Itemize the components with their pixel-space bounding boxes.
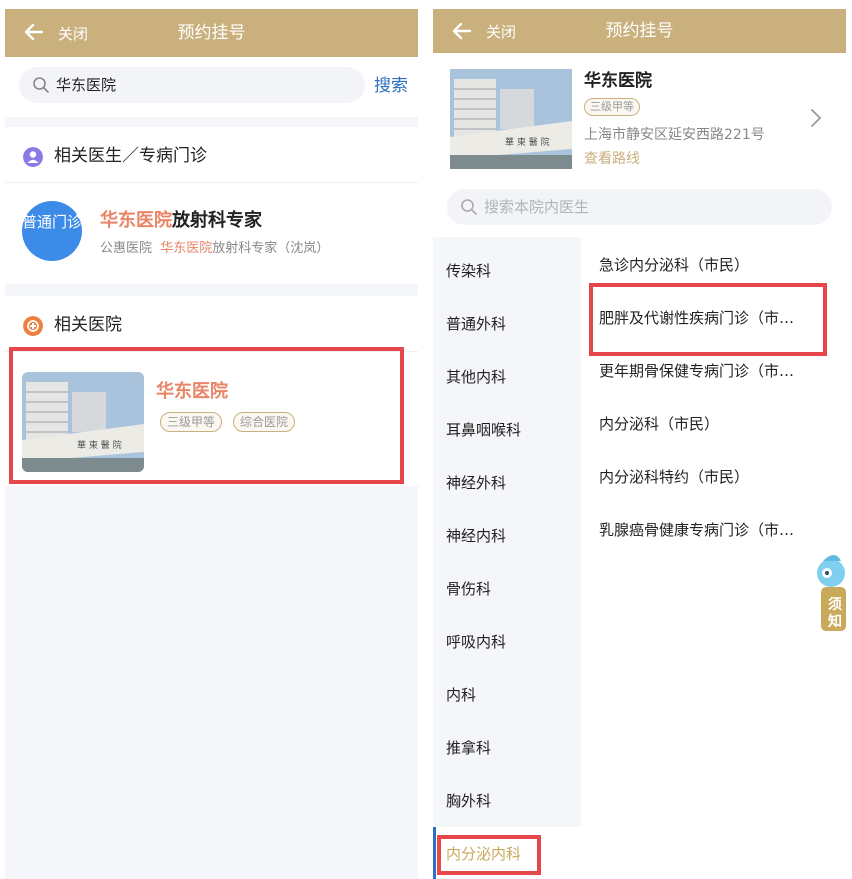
hospital-section-header: 相关医院: [5, 296, 418, 352]
subtitle-prefix: 公惠医院: [100, 241, 153, 256]
clinic-item[interactable]: 更年期骨保健专病门诊（市…: [599, 361, 794, 381]
doctor-section-title: 相关医生／专病门诊: [54, 146, 207, 166]
doctor-section-header: 相关医生／专病门诊: [5, 127, 418, 183]
title-highlight: 华东医院: [100, 210, 172, 231]
search-button[interactable]: 搜索: [374, 75, 408, 97]
title-rest: 放射科专家: [172, 210, 262, 231]
annotation-highlight-box: [9, 347, 404, 484]
level-badge: 三级甲等: [584, 98, 640, 116]
department-item[interactable]: 耳鼻咽喉科: [446, 420, 521, 440]
hospital-section-title: 相关医院: [54, 315, 122, 335]
search-icon: [33, 77, 49, 93]
page-title: 预约挂号: [177, 23, 246, 43]
department-item[interactable]: 推拿科: [446, 738, 491, 758]
svg-text:華 東 醫 院: 華 東 醫 院: [505, 136, 550, 148]
department-item[interactable]: 普通外科: [446, 314, 506, 334]
department-item[interactable]: 胸外科: [446, 791, 491, 811]
view-route-link[interactable]: 查看路线: [584, 149, 640, 169]
active-indicator: [433, 827, 436, 879]
doctor-icon: [23, 147, 43, 167]
doctor-section: 相关医生／专病门诊 普通门诊 华东医院放射科专家 公惠医院 华东医院放射科专家（…: [5, 127, 418, 284]
department-item[interactable]: 传染科: [446, 261, 491, 281]
hospital-icon: [23, 316, 43, 336]
search-icon: [461, 199, 477, 215]
search-input[interactable]: 华东医院: [19, 67, 365, 103]
hospital-address: 上海市静安区延安西路221号: [584, 127, 765, 143]
top-bar: 关闭 预约挂号: [5, 9, 418, 57]
department-item[interactable]: 呼吸内科: [446, 632, 506, 652]
subtitle-rest: 放射科专家（沈岚）: [212, 241, 330, 256]
search-bar: 华东医院 搜索: [5, 57, 418, 117]
department-item[interactable]: 内科: [446, 685, 476, 705]
top-bar: 关闭 预约挂号: [433, 9, 846, 53]
clinic-item[interactable]: 乳腺癌骨健康专病门诊（市…: [599, 520, 794, 540]
search-query: 华东医院: [56, 76, 117, 94]
chevron-right-icon[interactable]: [809, 107, 823, 129]
search-placeholder: 搜索本院内医生: [484, 198, 590, 216]
annotation-highlight-box: [437, 835, 541, 875]
hospital-name: 华东医院: [584, 71, 652, 91]
department-item[interactable]: 神经外科: [446, 473, 506, 493]
doctor-search-input[interactable]: 搜索本院内医生: [447, 189, 832, 225]
subtitle-highlight: 华东医院: [160, 241, 213, 256]
hospital-photo: 華 東 醫 院: [450, 69, 572, 169]
department-item[interactable]: 其他内科: [446, 367, 506, 387]
clinic-item[interactable]: 急诊内分泌科（市民）: [599, 255, 749, 275]
department-item[interactable]: 骨伤科: [446, 579, 491, 599]
notice-label[interactable]: 须知: [825, 597, 845, 631]
annotation-highlight-box: [589, 283, 827, 356]
doctor-result-title: 华东医院放射科专家: [100, 209, 262, 233]
clinic-item[interactable]: 内分泌科特约（市民）: [599, 467, 749, 487]
clinic-avatar: 普通门诊: [22, 201, 82, 261]
clinic-item[interactable]: 内分泌科（市民）: [599, 414, 719, 434]
hospital-detail-screen: 关闭 预约挂号 華 東 醫 院 华东医院 三级甲等 上海市静安区延安西路221号…: [433, 9, 846, 879]
page-title: 预约挂号: [605, 21, 674, 41]
department-item[interactable]: 神经内科: [446, 526, 506, 546]
doctor-result-subtitle: 公惠医院 华东医院放射科专家（沈岚）: [100, 240, 329, 258]
